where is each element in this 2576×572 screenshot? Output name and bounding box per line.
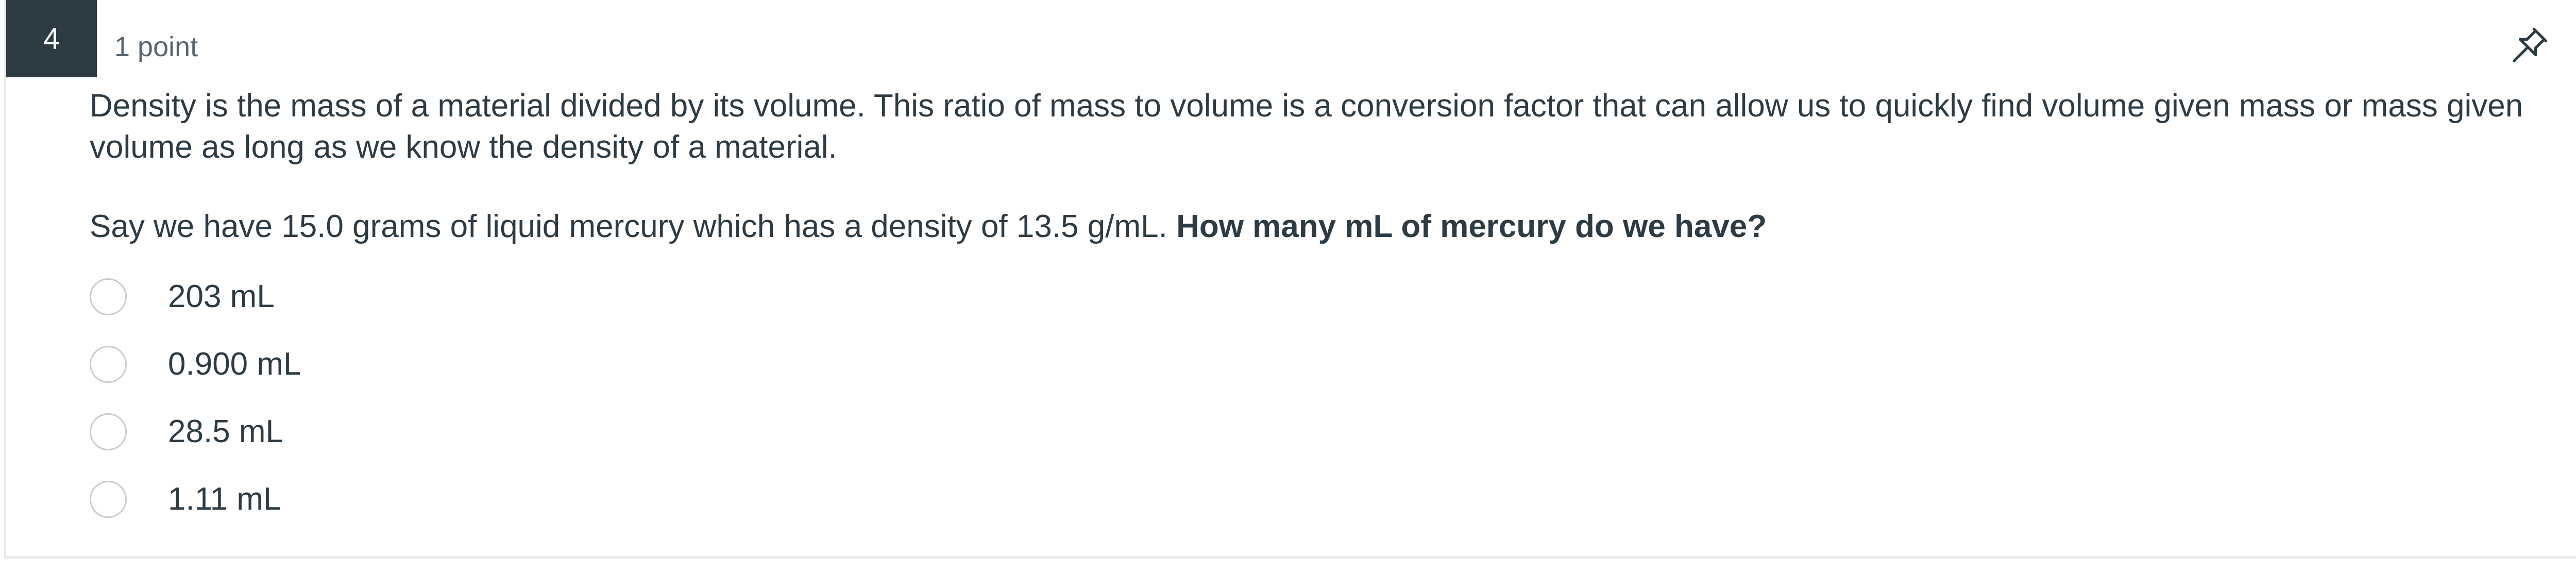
answer-option[interactable]: 1.11 mL — [90, 465, 811, 533]
answer-label[interactable]: 1.11 mL — [168, 483, 281, 515]
pin-icon[interactable] — [2509, 25, 2550, 66]
question-number: 4 — [6, 0, 97, 77]
prompt-text: Say we have 15.0 grams of liquid mercury… — [90, 209, 1177, 244]
prompt-question-bold: How many mL of mercury do we have? — [1176, 209, 1767, 244]
answer-options: 203 mL 0.900 mL 28.5 mL 1.11 mL — [90, 263, 811, 533]
radio-button[interactable] — [90, 345, 127, 383]
question-prompt: Density is the mass of a material divide… — [90, 86, 2542, 247]
answer-label[interactable]: 0.900 mL — [168, 348, 301, 380]
question-points: 1 point — [114, 31, 198, 62]
prompt-paragraph-2: Say we have 15.0 grams of liquid mercury… — [90, 206, 2542, 247]
prompt-paragraph-1: Density is the mass of a material divide… — [90, 88, 2523, 165]
answer-option[interactable]: 0.900 mL — [90, 330, 811, 398]
answer-label[interactable]: 203 mL — [168, 280, 275, 313]
answer-label[interactable]: 28.5 mL — [168, 415, 283, 448]
radio-button[interactable] — [90, 480, 127, 518]
question-card: 4 1 point Density is the mass of a mater… — [4, 0, 2576, 559]
radio-button[interactable] — [90, 413, 127, 450]
radio-button[interactable] — [90, 278, 127, 315]
answer-option[interactable]: 28.5 mL — [90, 398, 811, 465]
answer-option[interactable]: 203 mL — [90, 263, 811, 330]
